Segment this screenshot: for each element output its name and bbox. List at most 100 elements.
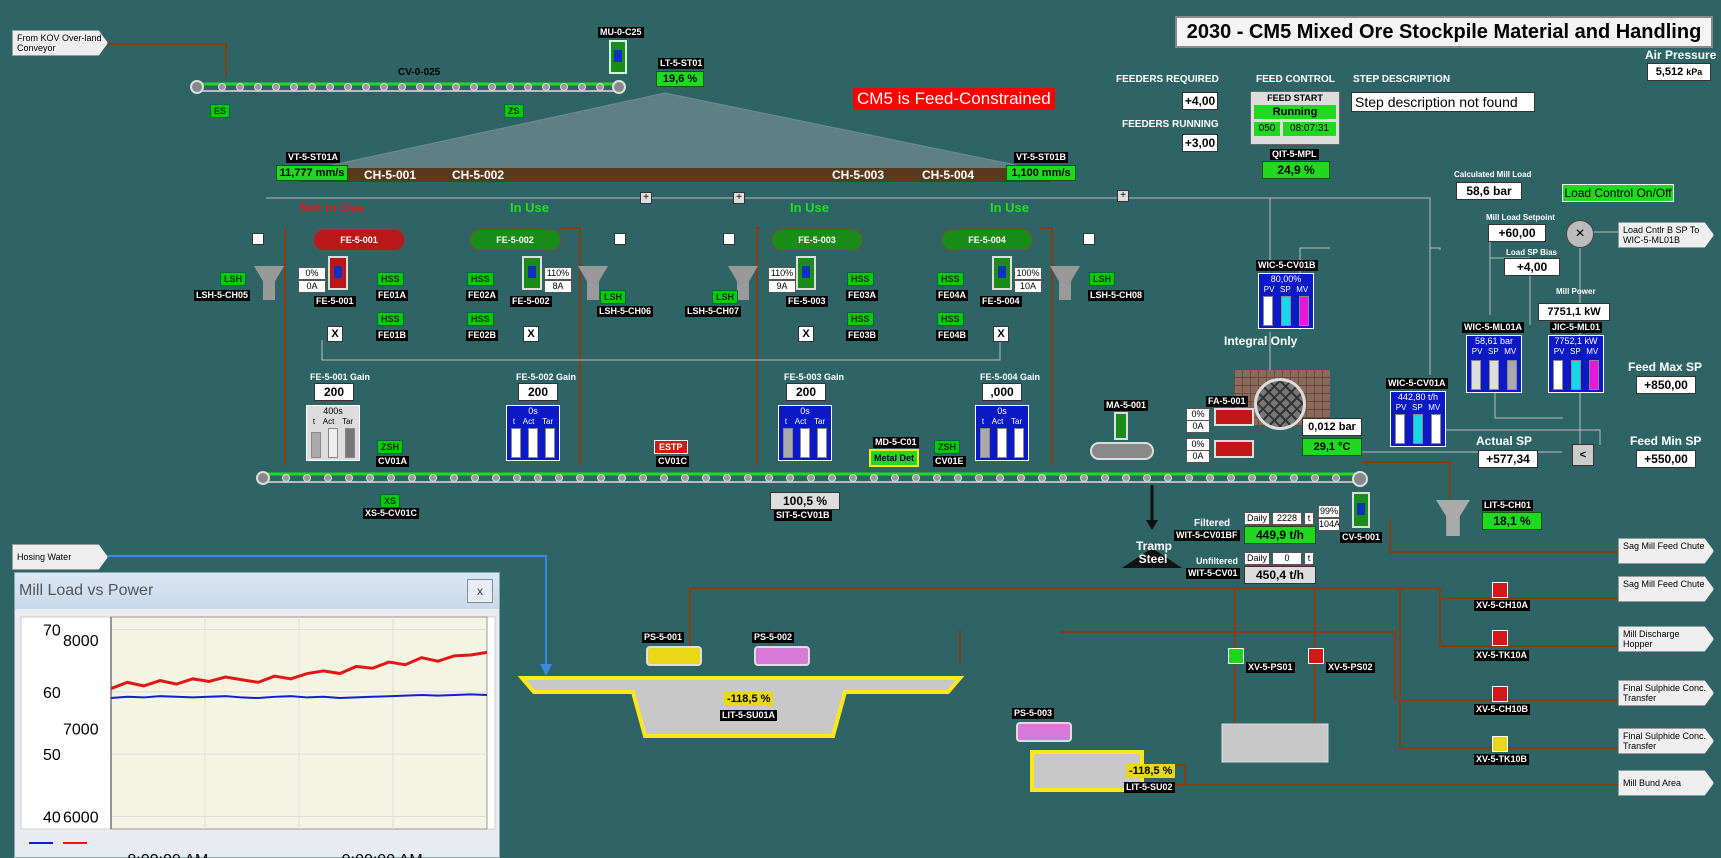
expand-button-3[interactable]: + xyxy=(1117,190,1129,202)
feed-min-label: Feed Min SP xyxy=(1630,434,1702,448)
feeder-belt-4[interactable]: FE-5-004 xyxy=(940,228,1034,252)
timer-3[interactable]: 0s t Act Tar xyxy=(778,405,832,461)
estop-button[interactable]: ESTP xyxy=(654,440,688,454)
feeder-belt-2-label: FE-5-002 xyxy=(496,235,534,245)
trend-window[interactable]: Mill Load vs Power x 70 60 50 40 8000 7000 600… xyxy=(14,572,500,858)
hss-fe01a: HSS xyxy=(377,272,404,286)
valve-tk10b-tag: XV-5-TK10B xyxy=(1474,754,1530,765)
timer-4[interactable]: 0s t Act Tar xyxy=(975,405,1029,461)
wic-ml01a-value: 58,61 bar xyxy=(1474,336,1514,346)
jic-ml01-faceplate[interactable]: 7752,1 kW PV SP MV xyxy=(1548,335,1604,393)
feeder-belt-2[interactable]: FE-5-002 xyxy=(468,228,562,252)
wic-ml01a-faceplate[interactable]: 58,61 bar PV SP MV xyxy=(1466,335,1522,393)
gain-2-value[interactable]: 200 xyxy=(518,383,558,401)
ma-motor[interactable] xyxy=(1114,412,1128,440)
feeder-4-pct: 100% xyxy=(1014,267,1042,280)
conveyor-roller xyxy=(524,83,532,91)
conveyor-roller xyxy=(723,474,731,482)
feeder-1-enable-checkbox[interactable] xyxy=(252,233,264,245)
feeder-2-motor[interactable] xyxy=(522,256,542,290)
nav-mill-bund[interactable]: Mill Bund Area xyxy=(1618,770,1714,796)
mu-motor[interactable] xyxy=(609,40,627,74)
feeder-3-enable-checkbox[interactable] xyxy=(723,233,735,245)
fa-tag: FA-5-001 xyxy=(1206,396,1248,407)
valve-ps02[interactable] xyxy=(1308,648,1324,664)
feeder-2-x-button[interactable]: X xyxy=(523,326,539,342)
conveyor-roller xyxy=(218,83,226,91)
top-conveyor-tail-pulley xyxy=(612,80,626,94)
fa-motor-1[interactable] xyxy=(1214,408,1254,426)
nav-final-sulphide-1[interactable]: Final Sulphide Conc. Transfer xyxy=(1618,680,1714,706)
nav-sag-mill-feed-2[interactable]: Sag Mill Feed Chute xyxy=(1618,576,1714,602)
wic-cv01a-faceplate[interactable]: 442,80 t/h PV SP MV xyxy=(1390,391,1446,447)
nav-kov-conveyor[interactable]: From KOV Over-land Conveyor xyxy=(12,30,108,56)
wic-cv01a-tag: WIC-5-CV01A xyxy=(1386,378,1448,389)
feed-min-value[interactable]: +550,00 xyxy=(1636,450,1696,468)
feeder-4-motor[interactable] xyxy=(992,256,1012,290)
mill-load-setpoint-value[interactable]: +60,00 xyxy=(1488,224,1546,242)
wic-cv01b-faceplate[interactable]: 80,00% PV SP MV xyxy=(1258,273,1314,329)
hss-fe03a: HSS xyxy=(847,272,874,286)
expand-button-2[interactable]: + xyxy=(733,192,745,204)
feeder-4-enable-checkbox[interactable] xyxy=(1083,233,1095,245)
trend-window-titlebar[interactable]: Mill Load vs Power x xyxy=(15,573,499,609)
timer-2[interactable]: 0s t Act Tar xyxy=(506,405,560,461)
conveyor-roller xyxy=(344,83,352,91)
timer-1[interactable]: 400s t Act Tar xyxy=(306,405,360,461)
conveyor-roller xyxy=(506,83,514,91)
fan-icon[interactable] xyxy=(1254,378,1306,430)
fe03a-tag: FE03A xyxy=(846,290,879,301)
fe02b-tag: FE02B xyxy=(466,330,499,341)
cv01c-tag: CV01C xyxy=(656,456,690,467)
feeder-3-motor[interactable] xyxy=(796,256,816,290)
expand-button-1[interactable]: + xyxy=(640,192,652,204)
feeder-belt-1[interactable]: FE-5-001 xyxy=(312,228,406,252)
metal-detector[interactable]: Metal Det xyxy=(869,449,920,467)
valve-tk10b[interactable] xyxy=(1492,736,1508,752)
hss-fe02b: HSS xyxy=(467,312,494,326)
pump-1[interactable] xyxy=(646,646,702,666)
nav-sag-mill-feed-1[interactable]: Sag Mill Feed Chute xyxy=(1618,538,1714,564)
conveyor-roller xyxy=(1101,474,1109,482)
valve-ch10a[interactable] xyxy=(1492,582,1508,598)
pump-2[interactable] xyxy=(754,646,810,666)
valve-ch10b[interactable] xyxy=(1492,686,1508,702)
valve-ps01[interactable] xyxy=(1228,648,1244,664)
feeder-2-enable-checkbox[interactable] xyxy=(614,233,626,245)
feeder-1-x-button[interactable]: X xyxy=(327,326,343,342)
cv5001-motor[interactable] xyxy=(1352,492,1370,528)
feed-control-panel[interactable]: FEED START Running 050 08:07:31 xyxy=(1250,91,1340,145)
trend-close-button[interactable]: x xyxy=(467,579,493,603)
load-control-toggle[interactable]: Load Control On/Off xyxy=(1562,184,1674,202)
feeders-required-value[interactable]: +4,00 xyxy=(1182,92,1218,110)
feeder-1-motor[interactable] xyxy=(328,256,348,290)
conveyor-roller xyxy=(681,474,689,482)
pump-3[interactable] xyxy=(1016,722,1072,742)
valve-tk10a[interactable] xyxy=(1492,630,1508,646)
nav-hosing-water[interactable]: Hosing Water xyxy=(12,544,108,570)
air-pressure-value: 5,512 kPa xyxy=(1647,63,1711,81)
gain-1-value[interactable]: 200 xyxy=(314,383,354,401)
fa-motor-2[interactable] xyxy=(1214,440,1254,458)
feed-max-value[interactable]: +850,00 xyxy=(1636,376,1696,394)
feeder-3-x-button[interactable]: X xyxy=(798,326,814,342)
nav-wic-ml01b[interactable]: Load Cntlr B SP To WIC-5-ML01B xyxy=(1618,222,1714,248)
feeder-4-motor-tag: FE-5-004 xyxy=(980,296,1022,307)
load-sp-bias-value[interactable]: +4,00 xyxy=(1504,258,1560,276)
feeder-belt-4-label: FE-5-004 xyxy=(968,235,1006,245)
gain-3-value[interactable]: 200 xyxy=(786,383,826,401)
nav-final-sulphide-2[interactable]: Final Sulphide Conc. Transfer xyxy=(1618,728,1714,754)
conveyor-roller xyxy=(387,474,395,482)
calc-mill-load-label: Calculated Mill Load xyxy=(1454,170,1532,179)
jic-ml01-value: 7752,1 kW xyxy=(1554,336,1598,346)
feeder-4-x-button[interactable]: X xyxy=(993,326,1009,342)
feeder-belt-3[interactable]: FE-5-003 xyxy=(770,228,864,252)
actual-sp-value: +577,34 xyxy=(1478,450,1538,468)
zs-indicator: ZS xyxy=(504,104,524,118)
nav-mill-discharge[interactable]: Mill Discharge Hopper xyxy=(1618,626,1714,652)
feed-code: 050 xyxy=(1254,122,1280,136)
gain-4-value[interactable]: ,000 xyxy=(982,383,1022,401)
feeder-belt-1-label: FE-5-001 xyxy=(340,235,378,245)
valve-ps02-tag: XV-5-PS02 xyxy=(1326,662,1375,673)
summing-junction: × xyxy=(1566,220,1594,248)
